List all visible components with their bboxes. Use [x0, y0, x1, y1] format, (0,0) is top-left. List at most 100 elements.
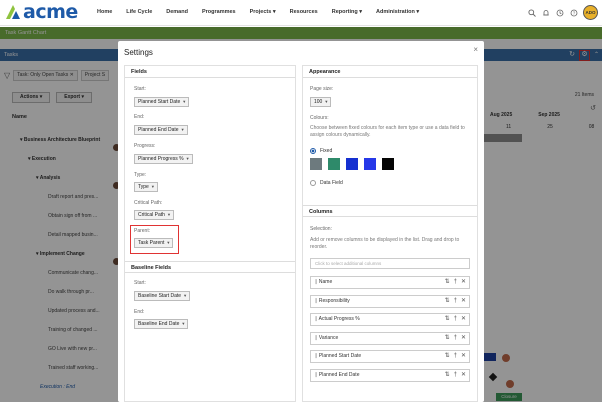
- column-item-controls: ⇅ † ✕: [445, 296, 466, 307]
- baseline-heading: Baseline Fields: [125, 261, 295, 273]
- search-icon[interactable]: [527, 8, 537, 18]
- sort-icon[interactable]: ⇅: [445, 351, 450, 362]
- column-item[interactable]: ∥ Actual Progress % ⇅ † ✕: [310, 313, 470, 326]
- nav-programmes[interactable]: Programmes: [202, 9, 236, 15]
- end-select[interactable]: Planned End Date ▼: [134, 125, 188, 135]
- appearance-panel: Appearance Page size: 100 ▼ Colours: Choo…: [302, 65, 478, 402]
- chevron-down-icon: ▼: [150, 184, 155, 189]
- pin-icon[interactable]: †: [454, 314, 457, 325]
- fixed-radio-label: Fixed: [320, 148, 333, 154]
- dialog-title: Settings: [124, 48, 153, 57]
- remove-icon[interactable]: ✕: [461, 333, 466, 344]
- critical-path-label: Critical Path:: [134, 200, 163, 206]
- column-item-label: Planned Start Date: [318, 353, 362, 359]
- chevron-down-icon: ▼: [324, 99, 329, 104]
- nav-reporting[interactable]: Reporting ▾: [332, 9, 362, 15]
- column-item[interactable]: ∥ Responsibility ⇅ † ✕: [310, 294, 470, 308]
- settings-dialog: Settings × Fields Start: Planned Start D…: [118, 41, 484, 402]
- logo-mark-icon: [6, 5, 20, 19]
- column-item[interactable]: ∥ Planned Start Date ⇅ † ✕: [310, 350, 470, 363]
- column-item-controls: ⇅ † ✕: [445, 314, 466, 325]
- colours-help-text: Choose between fixed colours for each it…: [310, 125, 465, 138]
- progress-select-value: Planned Progress %: [138, 156, 184, 162]
- parent-select[interactable]: Task Parent ▼: [134, 238, 174, 248]
- nav-resources[interactable]: Resources: [290, 9, 318, 15]
- remove-icon[interactable]: ✕: [461, 314, 466, 325]
- sort-icon[interactable]: ⇅: [445, 314, 450, 325]
- remove-icon[interactable]: ✕: [461, 370, 466, 381]
- critical-path-select[interactable]: Critical Path ▼: [134, 210, 174, 220]
- column-item-label: Responsibility: [318, 297, 350, 304]
- column-item-label: Name: [318, 279, 333, 285]
- colour-swatch[interactable]: [382, 158, 394, 170]
- column-item[interactable]: ∥ Variance ⇅ † ✕: [310, 331, 470, 345]
- remove-icon[interactable]: ✕: [461, 296, 466, 307]
- acme-logo[interactable]: acme: [4, 1, 78, 23]
- page-size-value: 100: [314, 99, 323, 105]
- help-icon[interactable]: ?: [569, 8, 579, 18]
- baseline-end-select-value: Baseline End Date: [138, 321, 180, 327]
- clock-icon[interactable]: [555, 8, 565, 18]
- column-item[interactable]: ∥ Name ⇅ † ✕: [310, 276, 470, 289]
- remove-icon[interactable]: ✕: [461, 277, 466, 288]
- sort-icon[interactable]: ⇅: [445, 296, 450, 307]
- sort-icon[interactable]: ⇅: [445, 277, 450, 288]
- baseline-end-select[interactable]: Baseline End Date ▼: [134, 319, 189, 329]
- end-label: End:: [134, 114, 145, 120]
- page-size-label: Page size:: [310, 86, 334, 92]
- fixed-radio[interactable]: [310, 148, 316, 154]
- page-size-select[interactable]: 100 ▼: [310, 97, 332, 107]
- column-item-controls: ⇅ † ✕: [445, 351, 466, 362]
- nav-demand[interactable]: Demand: [166, 9, 188, 15]
- pin-icon[interactable]: †: [454, 333, 457, 344]
- chevron-down-icon: ▼: [185, 156, 190, 161]
- progress-select[interactable]: Planned Progress % ▼: [134, 154, 193, 164]
- baseline-end-label: End:: [134, 309, 145, 315]
- chevron-down-icon: ▼: [182, 99, 187, 104]
- baseline-start-select[interactable]: Baseline Start Date ▼: [134, 291, 191, 301]
- columns-help-text: Add or remove columns to be displayed in…: [310, 237, 460, 250]
- data-field-radio[interactable]: [310, 180, 316, 186]
- fields-panel: Fields Start: Planned Start Date ▼ End: P…: [124, 65, 296, 402]
- sort-icon[interactable]: ⇅: [445, 370, 450, 381]
- baseline-start-select-value: Baseline Start Date: [138, 293, 182, 299]
- pin-icon[interactable]: †: [454, 370, 457, 381]
- sort-icon[interactable]: ⇅: [445, 333, 450, 344]
- nav-life-cycle[interactable]: Life Cycle: [126, 9, 152, 15]
- colours-label: Colours:: [310, 115, 329, 121]
- add-columns-input[interactable]: Click to select additional columns: [310, 258, 470, 269]
- close-icon[interactable]: ×: [473, 45, 478, 54]
- colour-swatch[interactable]: [364, 158, 376, 170]
- type-label: Type:: [134, 172, 147, 178]
- chevron-down-icon: ▼: [180, 127, 185, 132]
- column-item[interactable]: ∥ Planned End Date ⇅ † ✕: [310, 368, 470, 382]
- pin-icon[interactable]: †: [454, 296, 457, 307]
- bell-icon[interactable]: [541, 8, 551, 18]
- logo-text: acme: [23, 1, 78, 23]
- nav-icons: ? ADO: [527, 5, 598, 20]
- chevron-down-icon: ▼: [181, 321, 186, 326]
- main-nav: Home Life Cycle Demand Programmes Projec…: [97, 9, 433, 15]
- critical-path-select-value: Critical Path: [138, 212, 165, 218]
- column-item-label: Planned End Date: [318, 371, 360, 378]
- chevron-down-icon: ▼: [166, 240, 171, 245]
- start-select[interactable]: Planned Start Date ▼: [134, 97, 190, 107]
- appearance-heading: Appearance: [303, 66, 477, 78]
- colour-swatch[interactable]: [328, 158, 340, 170]
- selection-label: Selection:: [310, 226, 332, 232]
- remove-icon[interactable]: ✕: [461, 351, 466, 362]
- start-select-value: Planned Start Date: [138, 99, 181, 105]
- columns-heading: Columns: [303, 205, 477, 217]
- pin-icon[interactable]: †: [454, 277, 457, 288]
- nav-home[interactable]: Home: [97, 9, 112, 15]
- pin-icon[interactable]: †: [454, 351, 457, 362]
- column-item-label: Actual Progress %: [318, 316, 360, 322]
- nav-administration[interactable]: Administration ▾: [376, 9, 419, 15]
- colour-swatch[interactable]: [346, 158, 358, 170]
- type-select[interactable]: Type ▼: [134, 182, 158, 192]
- chevron-down-icon: ▼: [183, 293, 188, 298]
- colour-swatch[interactable]: [310, 158, 322, 170]
- column-item-controls: ⇅ † ✕: [445, 277, 466, 288]
- nav-projects[interactable]: Projects ▾: [250, 9, 276, 15]
- user-avatar[interactable]: ADO: [583, 5, 598, 20]
